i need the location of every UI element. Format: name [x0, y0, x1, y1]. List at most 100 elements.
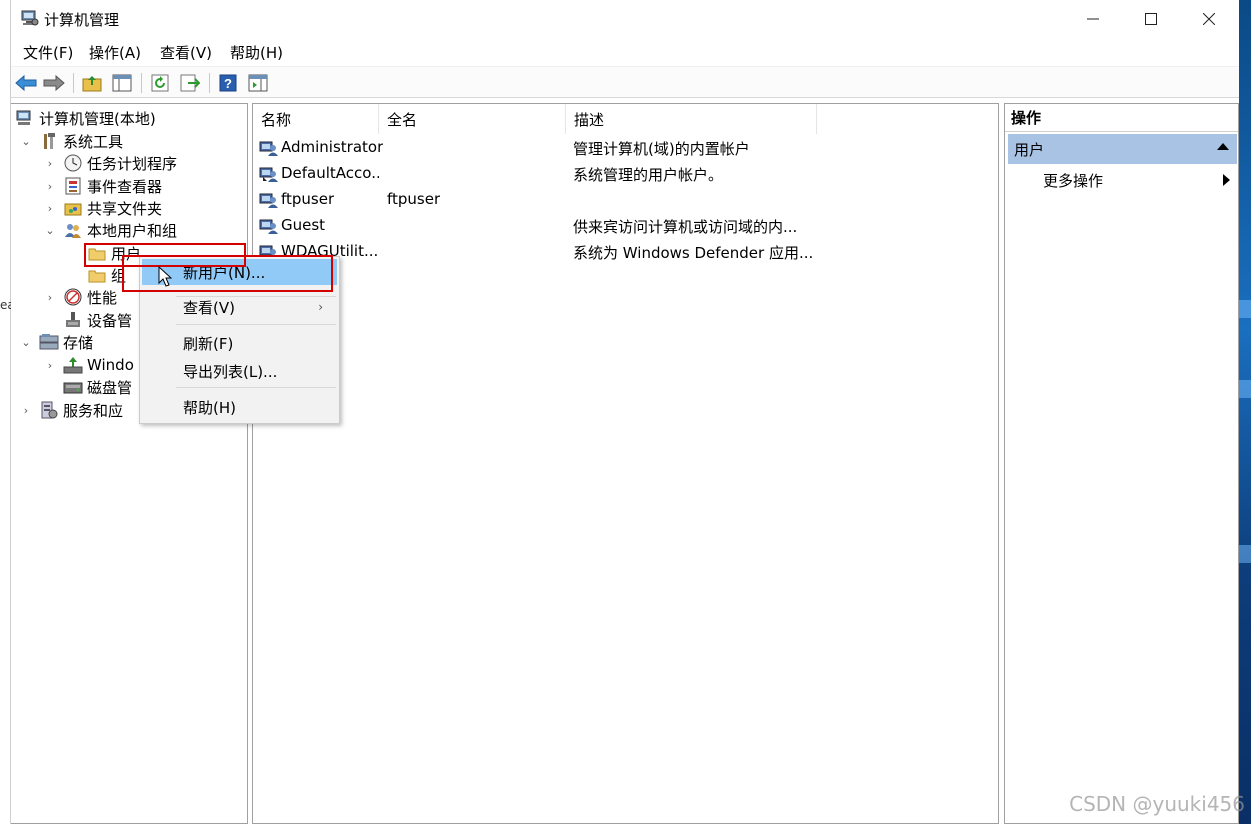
chevron-right-icon[interactable]: ›: [19, 404, 33, 417]
table-row[interactable]: ftpuser ftpuser: [253, 187, 998, 213]
chevron-right-icon[interactable]: ›: [43, 359, 57, 372]
actions-title: 操作: [1005, 104, 1238, 132]
back-arrow-icon[interactable]: [15, 72, 37, 94]
tree-label: 系统工具: [63, 132, 124, 151]
menu-file[interactable]: 文件(F): [23, 42, 73, 63]
tree-item-task-scheduler[interactable]: › 任务计划程序: [48, 152, 177, 174]
user-fullname: ftpuser: [387, 190, 441, 208]
more-actions-item[interactable]: 更多操作: [1043, 170, 1103, 191]
actions-pane: 操作 用户 更多操作: [1004, 103, 1239, 824]
tree-label: Windo: [87, 356, 134, 374]
maximize-button[interactable]: [1122, 0, 1180, 38]
computer-management-icon: [15, 109, 35, 127]
user-description: 系统管理的用户帐户。: [573, 166, 724, 184]
tree-label: 计算机管理(本地): [39, 109, 156, 128]
tree-item-system-tools[interactable]: ⌄ 系统工具: [21, 130, 124, 152]
watermark: CSDN @yuuki456: [1069, 792, 1245, 816]
table-row[interactable]: Guest 供来宾访问计算机或访问域的内...: [253, 213, 998, 239]
users-icon: [63, 221, 83, 239]
forward-arrow-icon[interactable]: [43, 72, 65, 94]
tree-item-windows-backup[interactable]: › Windo: [48, 354, 134, 376]
actions-section-label: 用户: [1014, 140, 1045, 159]
refresh-icon[interactable]: [149, 72, 171, 94]
window-title: 计算机管理: [44, 11, 120, 29]
tree-item-disk-management[interactable]: 磁盘管: [63, 376, 132, 398]
column-header-fullname[interactable]: 全名: [379, 104, 566, 134]
tree-label: 磁盘管: [87, 378, 133, 397]
tree-label: 共享文件夹: [87, 199, 163, 218]
table-row[interactable]: DefaultAcco... 系统管理的用户帐户。: [253, 161, 998, 187]
console-tree: 计算机管理(本地) ⌄ 系统工具 › 任务计划程序 › 事件查看器 › 共享文件…: [11, 103, 248, 824]
help-menu-item[interactable]: 帮助(H): [142, 394, 337, 420]
computer-management-window: 计算机管理 文件(F) 操作(A) 查看(V) 帮助(H) ? 计算机管理(本地…: [11, 0, 1239, 824]
chevron-right-icon[interactable]: ›: [43, 157, 57, 170]
view-menu-item[interactable]: 查看(V) ›: [142, 294, 337, 320]
export-list-menu-item[interactable]: 导出列表(L)...: [142, 358, 337, 384]
tree-item-root[interactable]: 计算机管理(本地): [15, 107, 156, 129]
show-hide-action-pane-icon[interactable]: [247, 72, 269, 94]
tree-label: 存储: [63, 333, 94, 352]
tree-item-shared-folders[interactable]: › 共享文件夹: [48, 197, 163, 219]
help-icon[interactable]: ?: [217, 72, 239, 94]
chevron-down-icon[interactable]: ⌄: [43, 224, 57, 237]
backup-icon: [63, 356, 83, 374]
user-name: Guest: [281, 216, 326, 234]
shared-folder-icon: [63, 199, 83, 217]
user-description: 供来宾访问计算机或访问域的内...: [573, 218, 798, 236]
desktop-left-edge: ea: [0, 0, 15, 824]
tree-item-local-users-groups[interactable]: ⌄ 本地用户和组: [45, 219, 178, 241]
user-icon: [259, 191, 279, 209]
tree-label: 设备管: [87, 311, 133, 330]
collapse-arrow-icon[interactable]: [1217, 143, 1229, 150]
title-bar: 计算机管理: [11, 0, 1239, 38]
tree-label: 服务和应: [63, 401, 124, 420]
chevron-right-icon[interactable]: ›: [43, 180, 57, 193]
svg-text:?: ?: [224, 76, 232, 91]
menu-action[interactable]: 操作(A): [89, 42, 141, 63]
annotation-box-new-user: [122, 255, 333, 292]
tree-label: 本地用户和组: [87, 221, 178, 240]
computer-management-icon: [21, 10, 39, 26]
up-folder-icon[interactable]: [81, 72, 103, 94]
view-menu-label: 查看(V): [183, 298, 235, 317]
tree-item-services-apps[interactable]: › 服务和应: [24, 399, 124, 421]
user-name: DefaultAcco...: [281, 164, 379, 182]
menu-view[interactable]: 查看(V): [160, 42, 212, 63]
table-row[interactable]: Administrator 管理计算机(域)的内置帐户: [253, 135, 998, 161]
chevron-right-icon[interactable]: ›: [43, 202, 57, 215]
chevron-down-icon[interactable]: ⌄: [19, 336, 33, 349]
user-icon: [259, 165, 279, 183]
chevron-down-icon[interactable]: ⌄: [19, 135, 33, 148]
menu-help[interactable]: 帮助(H): [230, 42, 283, 63]
user-icon: [259, 139, 279, 157]
close-button[interactable]: [1180, 0, 1238, 38]
user-icon: [259, 217, 279, 235]
user-description: 系统为 Windows Defender 应用...: [573, 244, 813, 262]
refresh-menu-item[interactable]: 刷新(F): [142, 330, 337, 356]
tree-item-device-manager[interactable]: 设备管: [63, 309, 132, 331]
show-hide-console-tree-icon[interactable]: [111, 72, 133, 94]
tree-item-event-viewer[interactable]: › 事件查看器: [48, 175, 162, 197]
clock-icon: [63, 154, 83, 172]
column-header-description[interactable]: 描述: [566, 104, 817, 134]
users-list: 名称 全名 描述 Administrator 管理计算机(域)的内置帐户 Def…: [252, 103, 999, 824]
column-header-name[interactable]: 名称: [253, 104, 379, 134]
tree-label: 性能: [87, 288, 118, 307]
disk-icon: [63, 378, 83, 396]
user-name: ftpuser: [281, 190, 335, 208]
chevron-right-icon[interactable]: ›: [43, 291, 57, 304]
export-list-icon[interactable]: [179, 72, 201, 94]
actions-section-users[interactable]: 用户: [1008, 134, 1237, 164]
user-description: 管理计算机(域)的内置帐户: [573, 140, 750, 158]
tree-item-groups[interactable]: 组: [87, 264, 126, 286]
submenu-arrow-icon: [1223, 174, 1230, 186]
table-row[interactable]: WDAGUtilit... 系统为 Windows Defender 应用...: [253, 239, 998, 265]
performance-icon: [63, 288, 83, 306]
event-viewer-icon: [63, 177, 83, 195]
tree-item-performance[interactable]: › 性能: [48, 286, 118, 308]
toolbar: ?: [11, 66, 1239, 98]
minimize-button[interactable]: [1064, 0, 1122, 38]
folder-icon: [87, 266, 107, 284]
device-manager-icon: [63, 311, 83, 329]
tree-item-storage[interactable]: ⌄ 存储: [21, 331, 94, 353]
